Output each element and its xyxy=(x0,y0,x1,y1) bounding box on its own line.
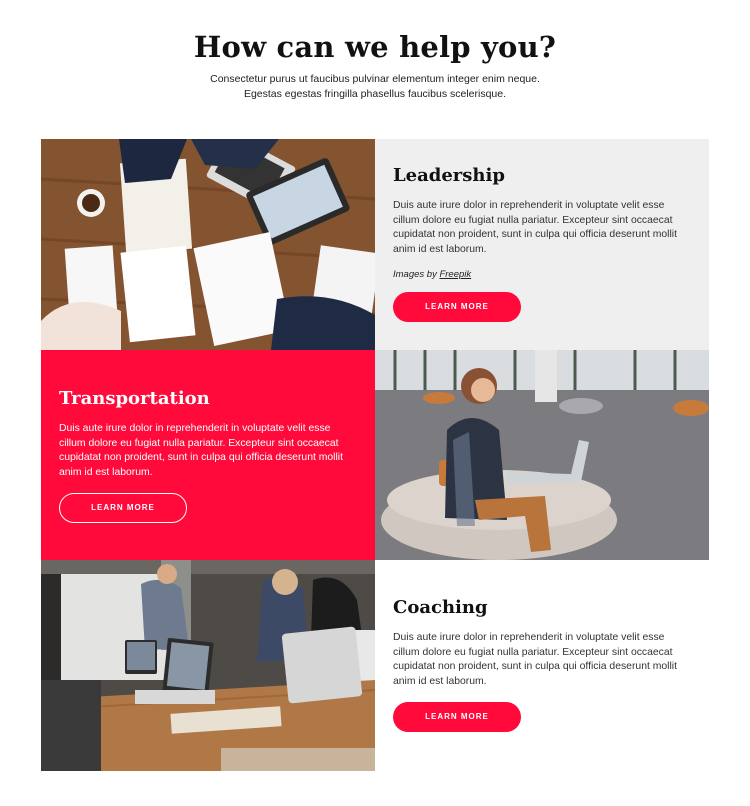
leadership-card: Leadership Duis aute irure dolor in repr… xyxy=(375,139,709,350)
leadership-learn-more-button[interactable]: LEARN MORE xyxy=(393,292,521,323)
image-credit: Images by Freepik xyxy=(393,269,691,280)
section-header: How can we help you? Consectetur purus u… xyxy=(0,30,750,102)
meeting-table-photo xyxy=(41,139,375,350)
leadership-title: Leadership xyxy=(393,165,505,186)
freepik-link[interactable]: Freepik xyxy=(439,269,471,280)
transportation-learn-more-button[interactable]: LEARN MORE xyxy=(59,493,187,524)
transportation-title: Transportation xyxy=(59,388,210,409)
coaching-description: Duis aute irure dolor in reprehenderit i… xyxy=(393,632,677,687)
page-title: How can we help you? xyxy=(193,30,557,64)
leadership-description: Duis aute irure dolor in reprehenderit i… xyxy=(393,200,677,255)
page-subtitle: Consectetur purus ut faucibus pulvinar e… xyxy=(0,72,750,102)
subtitle-line-1: Consectetur purus ut faucibus pulvinar e… xyxy=(210,73,540,85)
transportation-card: Transportation Duis aute irure dolor in … xyxy=(41,350,375,560)
subtitle-line-2: Egestas egestas fringilla phasellus fauc… xyxy=(243,88,507,100)
services-grid: Leadership Duis aute irure dolor in repr… xyxy=(41,139,709,771)
woman-laptop-photo xyxy=(375,350,709,560)
credit-prefix: Images by xyxy=(393,269,440,281)
coaching-card: Coaching Duis aute irure dolor in repreh… xyxy=(375,560,709,771)
coaching-learn-more-button[interactable]: LEARN MORE xyxy=(393,702,521,733)
transportation-description: Duis aute irure dolor in reprehenderit i… xyxy=(59,423,343,478)
coaching-meeting-photo xyxy=(41,560,375,771)
coaching-title: Coaching xyxy=(393,597,488,618)
